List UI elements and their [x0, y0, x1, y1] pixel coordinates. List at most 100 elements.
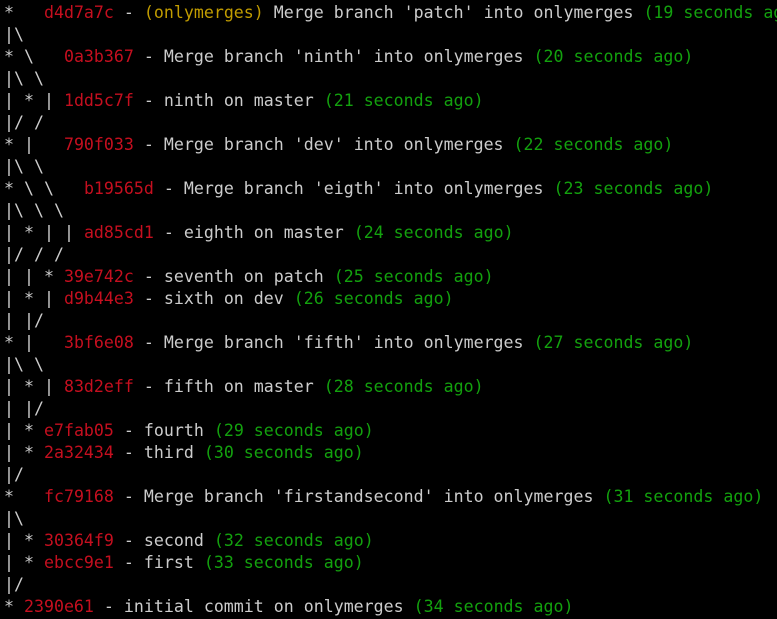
commit-hash: e7fab05 [43, 421, 114, 440]
commit-message: first [143, 553, 194, 572]
graph-line: |\ [4, 508, 777, 530]
relative-time: (29 seconds ago) [213, 421, 374, 440]
relative-time: (21 seconds ago) [323, 91, 484, 110]
commit-hash: ad85cd1 [83, 223, 154, 242]
commit-message: fifth on master [163, 377, 314, 396]
commit-message: Merge branch 'eigth' into onlymerges [183, 179, 544, 198]
commit-hash: 2a32434 [43, 443, 114, 462]
graph-lines: | * | [4, 289, 64, 308]
commit-hash: 0a3b367 [63, 47, 134, 66]
separator: - [143, 47, 164, 66]
separator: - [123, 487, 144, 506]
graph-line: |\ \ [4, 354, 777, 376]
separator: - [143, 377, 164, 396]
graph-line: |\ \ [4, 68, 777, 90]
separator: - [143, 267, 164, 286]
commit-message: eighth on master [183, 223, 344, 242]
commit-line: | * | 83d2eff - fifth on master (28 seco… [4, 376, 777, 398]
graph-lines: | * [4, 443, 44, 462]
graph-line: |/ [4, 574, 777, 596]
graph-line: |\ \ [4, 156, 777, 178]
commit-hash: 790f033 [63, 135, 134, 154]
commit-line: | * 30364f9 - second (32 seconds ago) [4, 530, 777, 552]
commit-line: | * e7fab05 - fourth (29 seconds ago) [4, 420, 777, 442]
graph-lines: |/ [4, 465, 24, 484]
commit-message: ninth on master [163, 91, 314, 110]
commit-message: sixth on dev [163, 289, 284, 308]
graph-lines: | | * [4, 267, 64, 286]
separator: - [143, 333, 164, 352]
relative-time: (28 seconds ago) [323, 377, 484, 396]
relative-time: (33 seconds ago) [203, 553, 364, 572]
separator: - [123, 3, 144, 22]
graph-line: |/ [4, 464, 777, 486]
graph-lines: | * | [4, 91, 64, 110]
graph-lines: |/ [4, 575, 24, 594]
graph-lines: |\ \ [4, 69, 44, 88]
commit-message: seventh on patch [163, 267, 324, 286]
graph-line: |/ / / [4, 244, 777, 266]
relative-time: (26 seconds ago) [293, 289, 454, 308]
commit-line: * d4d7a7c - (onlymerges) Merge branch 'p… [4, 2, 777, 24]
branch-ref: (onlymerges) [143, 3, 264, 22]
commit-line: * | 790f033 - Merge branch 'dev' into on… [4, 134, 777, 156]
commit-line: * fc79168 - Merge branch 'firstandsecond… [4, 486, 777, 508]
relative-time: (30 seconds ago) [203, 443, 364, 462]
separator: - [143, 91, 164, 110]
commit-message: Merge branch 'firstandsecond' into onlym… [143, 487, 594, 506]
graph-lines: |/ / / [4, 245, 64, 264]
relative-time: (20 seconds ago) [533, 47, 694, 66]
graph-lines: |\ \ [4, 157, 44, 176]
separator: - [143, 135, 164, 154]
commit-line: | * 2a32434 - third (30 seconds ago) [4, 442, 777, 464]
graph-lines: * [4, 597, 24, 616]
commit-hash: 1dd5c7f [63, 91, 134, 110]
graph-line: | |/ [4, 398, 777, 420]
relative-time: (32 seconds ago) [213, 531, 374, 550]
commit-line: * | 3bf6e08 - Merge branch 'fifth' into … [4, 332, 777, 354]
graph-lines: * \ \ [4, 179, 84, 198]
graph-lines: |\ [4, 25, 24, 44]
commit-line: * \ \ b19565d - Merge branch 'eigth' int… [4, 178, 777, 200]
separator: - [163, 179, 184, 198]
graph-lines: |/ / [4, 113, 44, 132]
commit-hash: 2390e61 [23, 597, 94, 616]
separator: - [123, 443, 144, 462]
commit-hash: fc79168 [43, 487, 114, 506]
commit-hash: 39e742c [63, 267, 134, 286]
graph-lines: * [4, 3, 44, 22]
relative-time: (24 seconds ago) [353, 223, 514, 242]
commit-line: * \ 0a3b367 - Merge branch 'ninth' into … [4, 46, 777, 68]
graph-lines: | * [4, 531, 44, 550]
commit-message: fourth [143, 421, 204, 440]
separator: - [123, 531, 144, 550]
graph-lines: * | [4, 333, 64, 352]
relative-time: (19 seconds ago) [643, 3, 777, 22]
commit-message: third [143, 443, 194, 462]
graph-lines: |\ \ [4, 355, 44, 374]
commit-line: | * | | ad85cd1 - eighth on master (24 s… [4, 222, 777, 244]
graph-lines: * [4, 487, 44, 506]
graph-lines: | |/ [4, 311, 44, 330]
graph-lines: | * | | [4, 223, 84, 242]
separator: - [143, 289, 164, 308]
commit-line: | | * 39e742c - seventh on patch (25 sec… [4, 266, 777, 288]
graph-lines: | * | [4, 377, 64, 396]
graph-lines: * | [4, 135, 64, 154]
commit-message: second [143, 531, 204, 550]
separator: - [163, 223, 184, 242]
separator: - [123, 553, 144, 572]
commit-line: | * | 1dd5c7f - ninth on master (21 seco… [4, 90, 777, 112]
commit-message: Merge branch 'dev' into onlymerges [163, 135, 504, 154]
terminal-output: * d4d7a7c - (onlymerges) Merge branch 'p… [4, 2, 777, 619]
graph-lines: |\ [4, 509, 24, 528]
graph-line: |/ / [4, 112, 777, 134]
commit-hash: b19565d [83, 179, 154, 198]
commit-message: Merge branch 'fifth' into onlymerges [163, 333, 524, 352]
commit-hash: d9b44e3 [63, 289, 134, 308]
graph-lines: | |/ [4, 399, 44, 418]
commit-hash: 83d2eff [63, 377, 134, 396]
commit-line: * 2390e61 - initial commit on onlymerges… [4, 596, 777, 618]
graph-line: |\ \ \ [4, 200, 777, 222]
commit-message: initial commit on onlymerges [123, 597, 404, 616]
